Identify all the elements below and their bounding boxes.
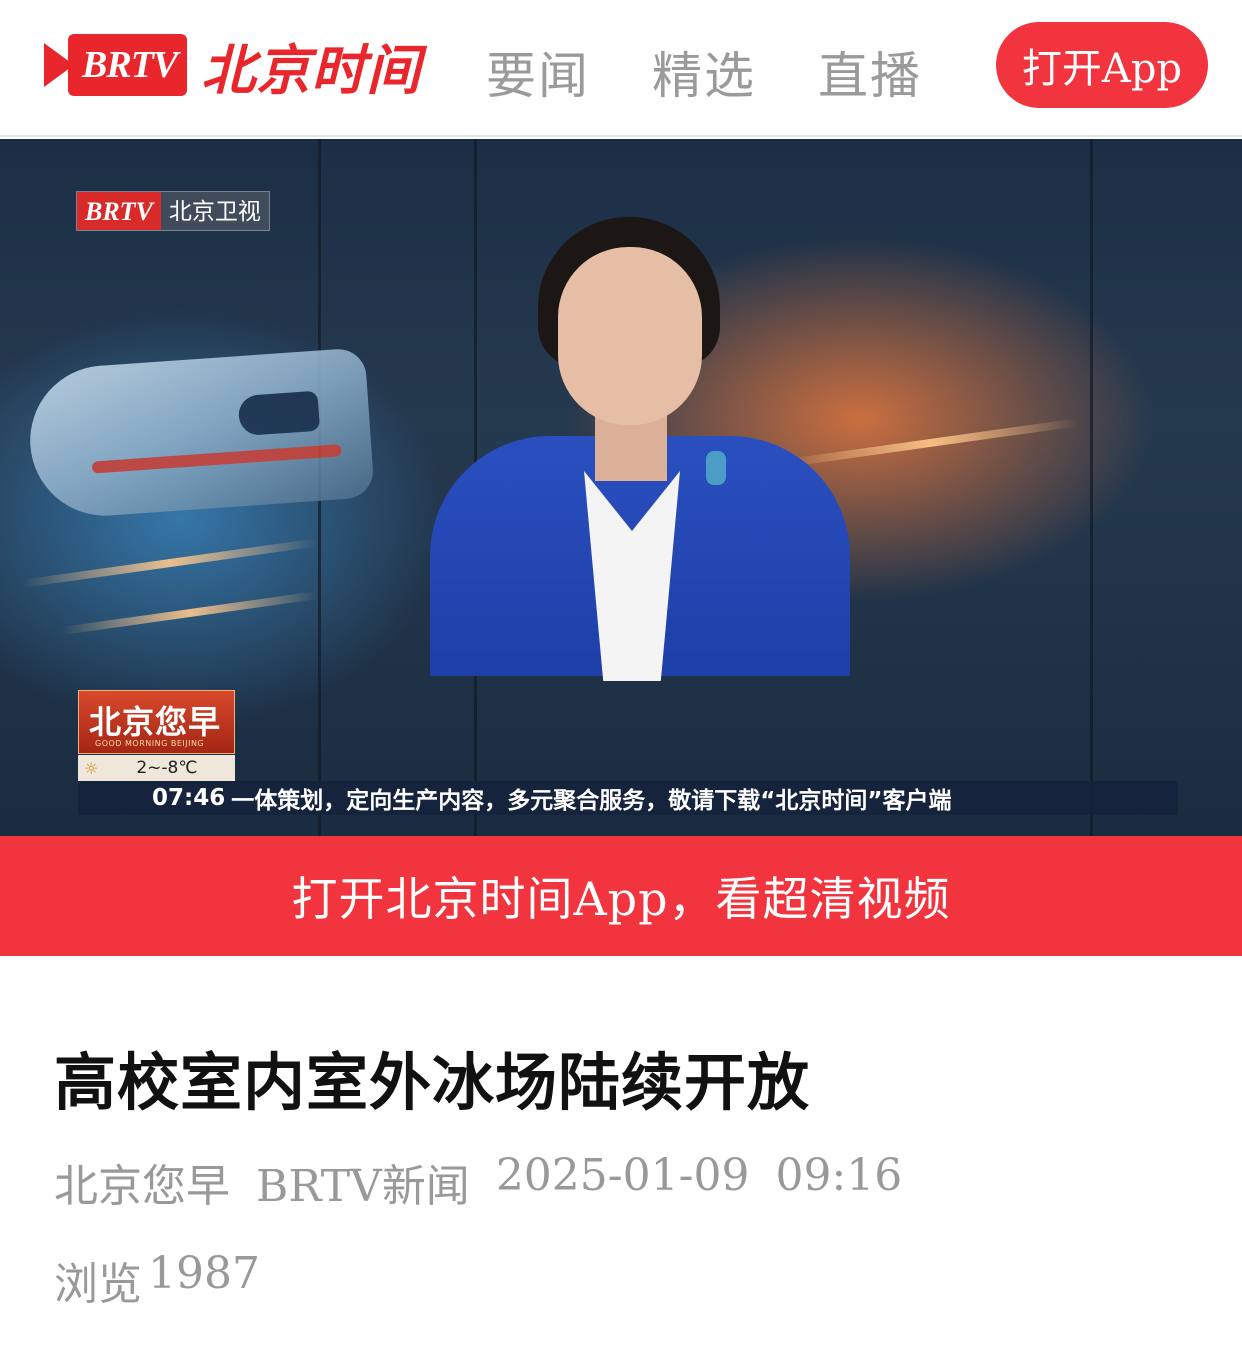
top-header: BRTV 北京时间 要闻 精选 直播 打开App xyxy=(0,0,1242,137)
main-nav: 要闻 精选 直播 xyxy=(486,36,922,108)
views-count: 1987 xyxy=(148,1248,260,1299)
ticker-text: 一体策划，定向生产内容，多元聚合服务，敬请下载“北京时间”客户端 xyxy=(231,788,952,814)
open-app-banner[interactable]: 打开北京时间App，看超清视频 xyxy=(0,836,1242,956)
light-streak xyxy=(60,590,320,636)
views-label: 浏览 xyxy=(54,1259,142,1310)
logo-name: 北京时间 xyxy=(201,38,422,102)
sun-icon: ☼ xyxy=(84,758,99,778)
show-logo: 北京您早 GOOD MORNING BEIJING xyxy=(78,690,235,754)
train-stripe xyxy=(91,444,342,474)
train-window xyxy=(237,390,321,437)
video-player[interactable]: BRTV 北京卫视 北京您早 GOOD MORNING BEIJING ☼ 2~… xyxy=(0,139,1242,836)
article-source: BRTV新闻 xyxy=(256,1161,470,1212)
ticker-time: 07:46 xyxy=(152,785,226,811)
anchor-face xyxy=(558,247,702,425)
studio-panel-divider xyxy=(1090,139,1093,836)
show-title: 北京您早 xyxy=(89,703,222,741)
article-title: 高校室内室外冰场陆续开放 xyxy=(54,1046,811,1119)
article-program: 北京您早 xyxy=(54,1161,230,1212)
channel-badge-name: 北京卫视 xyxy=(160,192,269,230)
brtv-logo[interactable]: BRTV 北京时间 xyxy=(44,28,421,102)
news-ticker: 07:46 一体策划，定向生产内容，多元聚合服务，敬请下载“北京时间”客户端 xyxy=(78,781,1178,815)
nav-item-featured[interactable]: 精选 xyxy=(652,36,756,108)
nav-item-news[interactable]: 要闻 xyxy=(486,36,590,108)
news-anchor xyxy=(410,151,910,681)
article-date: 2025-01-09 xyxy=(495,1150,750,1201)
open-app-button[interactable]: 打开App xyxy=(996,22,1208,108)
show-subtitle: GOOD MORNING BEIJING xyxy=(95,739,205,748)
article-time: 09:16 xyxy=(775,1150,903,1201)
brooch xyxy=(706,451,726,485)
logo-brand: BRTV xyxy=(68,34,188,96)
weather-strip: ☼ 2~-8℃ xyxy=(78,755,235,781)
nav-item-live[interactable]: 直播 xyxy=(818,36,922,108)
channel-badge: BRTV 北京卫视 xyxy=(76,191,270,231)
train-image xyxy=(25,347,375,521)
view-count: 浏览 1987 xyxy=(54,1248,260,1312)
channel-badge-brand: BRTV xyxy=(77,192,161,230)
article-meta: 北京您早 BRTV新闻 2025-01-09 09:16 xyxy=(54,1150,902,1214)
weather-temp: 2~-8℃ xyxy=(136,758,198,778)
light-streak xyxy=(20,538,320,588)
